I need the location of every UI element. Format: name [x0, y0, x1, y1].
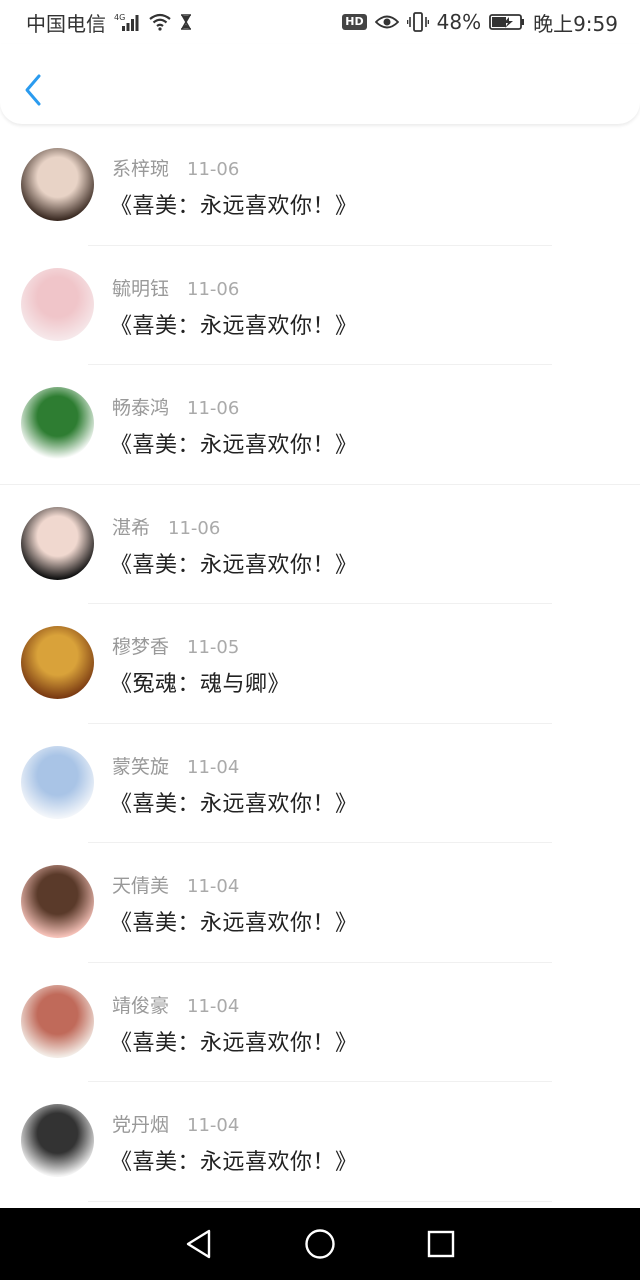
- list-item[interactable]: 靖俊豪 11-04 《喜美：永远喜欢你！》: [0, 963, 640, 1082]
- nav-recents-button[interactable]: [419, 1222, 463, 1266]
- item-meta: 湛希 11-06: [112, 513, 220, 540]
- item-meta: 畅泰鸿 11-06: [112, 393, 239, 420]
- story-title[interactable]: 《喜美：永远喜欢你！》: [110, 547, 358, 579]
- divider: [88, 1200, 552, 1202]
- avatar[interactable]: [21, 626, 94, 699]
- user-name[interactable]: 湛希: [112, 513, 150, 540]
- list-item[interactable]: 毓明钰 11-06 《喜美：永远喜欢你！》: [0, 246, 640, 365]
- avatar[interactable]: [21, 148, 94, 221]
- item-meta: 毓明钰 11-06: [112, 274, 239, 301]
- item-meta: 系梓琬 11-06: [112, 154, 239, 181]
- carrier-label: 中国电信: [26, 11, 106, 36]
- avatar[interactable]: [21, 387, 94, 460]
- circle-home-icon: [305, 1229, 335, 1259]
- avatar[interactable]: [21, 506, 94, 580]
- list-item[interactable]: 畅泰鸿 11-06 《喜美：永远喜欢你！》: [0, 365, 640, 485]
- avatar[interactable]: [21, 865, 94, 938]
- user-name[interactable]: 穆梦香: [112, 632, 169, 659]
- list-item[interactable]: 系梓琬 11-06 《喜美：永远喜欢你！》: [0, 126, 640, 246]
- user-name[interactable]: 毓明钰: [112, 274, 169, 301]
- avatar[interactable]: [21, 1104, 94, 1177]
- avatar[interactable]: [21, 745, 94, 819]
- chevron-left-icon: [25, 74, 41, 106]
- user-name[interactable]: 系梓琬: [112, 154, 169, 181]
- header-bar: [0, 44, 640, 124]
- item-meta: 党丹烟 11-04: [112, 1110, 239, 1137]
- user-name[interactable]: 天倩美: [112, 871, 169, 898]
- post-date: 11-06: [187, 278, 240, 300]
- post-date: 11-04: [187, 1115, 240, 1136]
- list-item[interactable]: 蒙笑旋 11-04 《喜美：永远喜欢你！》: [0, 724, 640, 843]
- system-navigation-bar: [0, 1208, 640, 1280]
- square-recents-icon: [428, 1230, 455, 1258]
- user-name[interactable]: 蒙笑旋: [112, 752, 169, 779]
- clock: 晚上9:59: [533, 11, 618, 36]
- item-meta: 穆梦香 11-05: [112, 632, 239, 659]
- nav-home-button[interactable]: [298, 1222, 342, 1266]
- item-meta: 靖俊豪 11-04: [112, 991, 239, 1018]
- hd-badge: HD: [342, 14, 367, 30]
- user-name[interactable]: 畅泰鸿: [112, 393, 169, 420]
- signal-icon: 4G: [114, 12, 140, 32]
- user-name[interactable]: 党丹烟: [112, 1110, 169, 1137]
- item-meta: 天倩美 11-04: [112, 871, 239, 898]
- battery-percent: 48%: [436, 10, 482, 34]
- post-date: 11-05: [187, 637, 240, 658]
- item-meta: 蒙笑旋 11-04: [112, 752, 239, 779]
- story-title[interactable]: 《喜美：永远喜欢你！》: [110, 308, 358, 340]
- story-title[interactable]: 《喜美：永远喜欢你！》: [110, 1025, 358, 1057]
- post-date: 11-06: [168, 517, 221, 539]
- story-title[interactable]: 《喜美：永远喜欢你！》: [110, 188, 358, 220]
- wifi-icon: [148, 13, 172, 31]
- list-item[interactable]: 穆梦香 11-05 《冤魂：魂与卿》: [0, 604, 640, 724]
- battery-icon: [489, 13, 525, 31]
- post-date: 11-04: [187, 756, 240, 778]
- story-title[interactable]: 《喜美：永远喜欢你！》: [110, 786, 358, 818]
- network-type-label: 4G: [114, 13, 125, 22]
- back-button[interactable]: [18, 70, 48, 110]
- story-title[interactable]: 《冤魂：魂与卿》: [110, 666, 290, 698]
- list-item[interactable]: 党丹烟 11-04 《喜美：永远喜欢你！》: [0, 1082, 640, 1202]
- nav-back-button[interactable]: [177, 1222, 221, 1266]
- post-date: 11-06: [187, 398, 240, 419]
- post-date: 11-04: [187, 876, 240, 897]
- hourglass-icon: [180, 14, 192, 30]
- user-name[interactable]: 靖俊豪: [112, 991, 169, 1018]
- eye-icon: [374, 14, 399, 30]
- triangle-back-icon: [186, 1229, 210, 1259]
- list-item[interactable]: 天倩美 11-04 《喜美：永远喜欢你！》: [0, 843, 640, 963]
- comment-list: 系梓琬 11-06 《喜美：永远喜欢你！》 毓明钰 11-06 《喜美：永远喜欢你！》 畅泰…: [0, 126, 640, 1208]
- status-bar: 中国电信 4G HD 48% 晚上9:59: [0, 0, 640, 44]
- post-date: 11-06: [187, 159, 240, 180]
- story-title[interactable]: 《喜美：永远喜欢你！》: [110, 427, 358, 459]
- list-item[interactable]: 湛希 11-06 《喜美：永远喜欢你！》: [0, 485, 640, 604]
- story-title[interactable]: 《喜美：永远喜欢你！》: [110, 1144, 358, 1176]
- status-bar-right: HD 48% 晚上9:59: [342, 8, 618, 37]
- post-date: 11-04: [187, 995, 240, 1017]
- avatar[interactable]: [21, 267, 94, 341]
- story-title[interactable]: 《喜美：永远喜欢你！》: [110, 905, 358, 937]
- status-bar-left: 中国电信 4G: [26, 8, 192, 37]
- avatar[interactable]: [21, 984, 94, 1058]
- vibrate-icon: [406, 12, 429, 32]
